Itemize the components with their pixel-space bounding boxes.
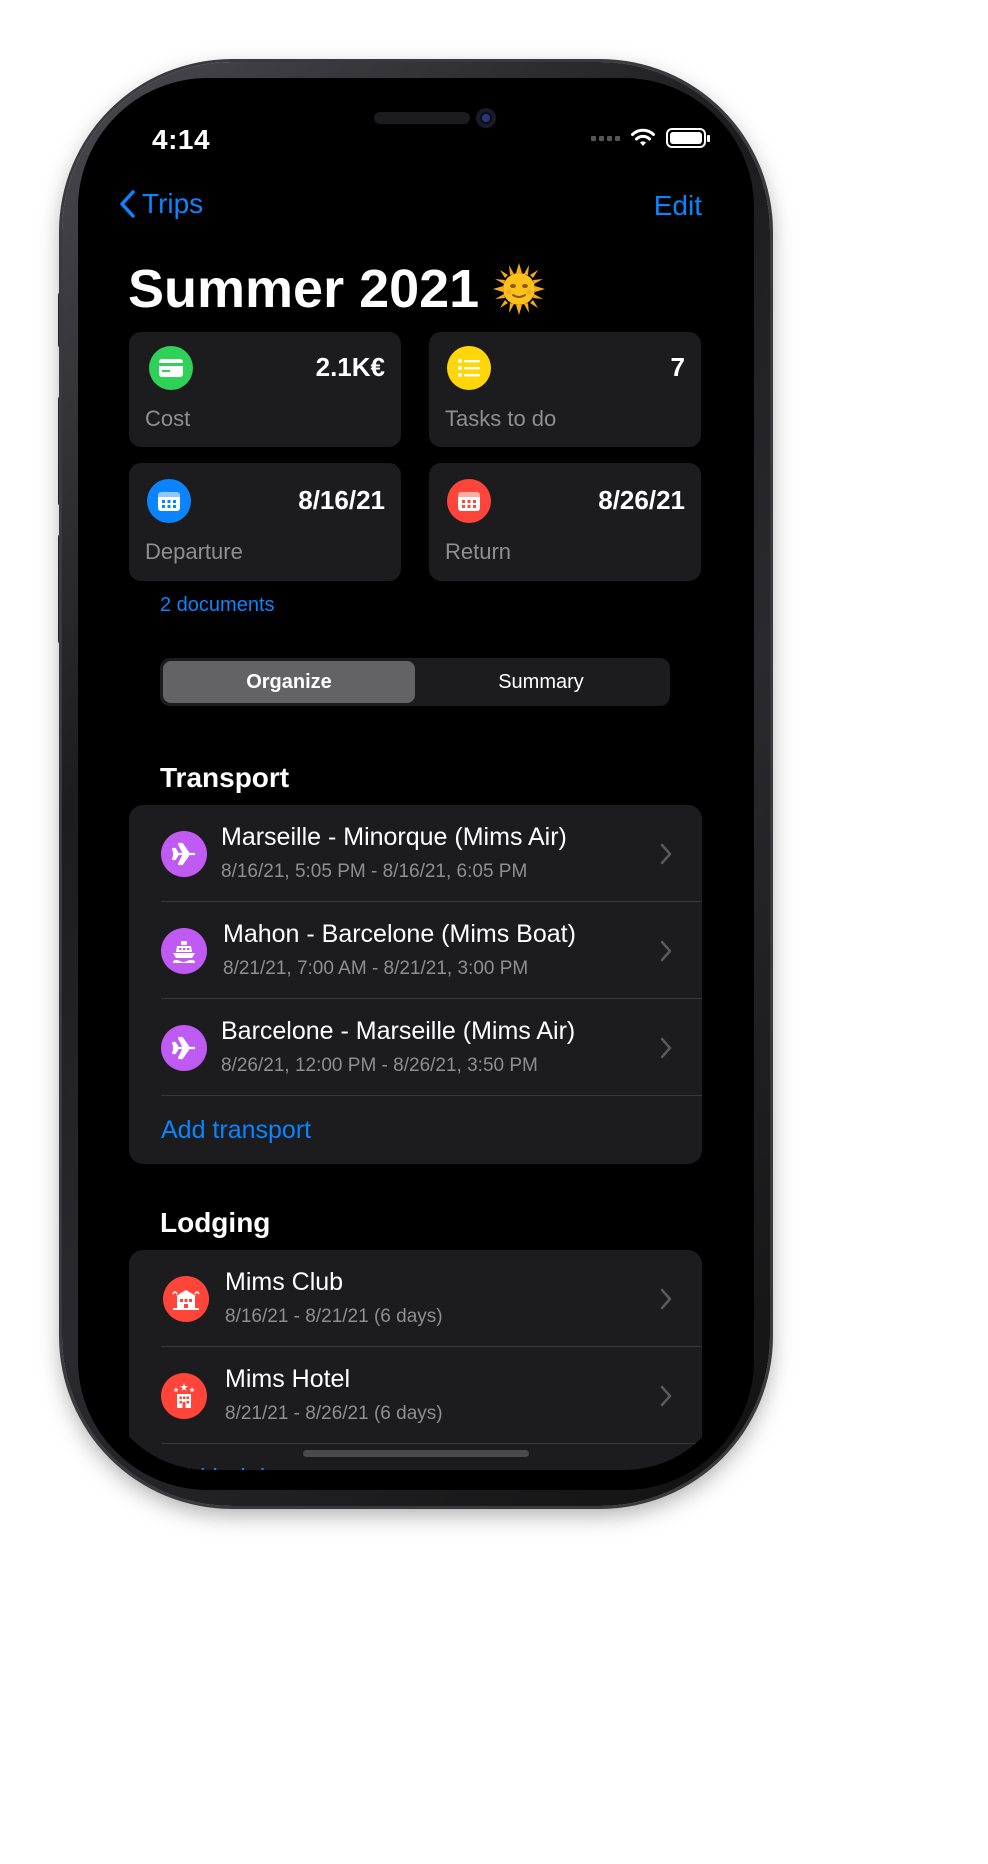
transport-row-title: Barcelone - Marseille (Mims Air) [221, 1017, 576, 1045]
hotel-icon [161, 1373, 207, 1419]
app-screen: 4:14 Trips Edit Summer 2021 2.1K€ Cost 7… [98, 94, 734, 1470]
chevron-right-icon [660, 843, 672, 865]
lodging-header: Lodging [160, 1207, 271, 1238]
resort-icon [163, 1276, 209, 1322]
transport-row-2[interactable]: Mahon - Barcelone (Mims Boat) 8/21/21, 7… [129, 902, 702, 999]
transport-row-subtitle: 8/21/21, 7:00 AM - 8/21/21, 3:00 PM [223, 958, 529, 979]
cellular-signal-icon [591, 135, 620, 141]
segment-organize[interactable]: Organize [163, 661, 415, 703]
cost-value: 2.1K€ [315, 352, 385, 382]
credit-card-icon [149, 346, 193, 390]
earpiece-speaker [374, 112, 470, 124]
transport-row-subtitle: 8/26/21, 12:00 PM - 8/26/21, 3:50 PM [221, 1055, 538, 1076]
airplane-icon [161, 1025, 207, 1071]
edit-button[interactable]: Edit [654, 190, 702, 222]
return-card[interactable]: 8/26/21 Return [429, 463, 701, 581]
status-time: 4:14 [152, 124, 211, 155]
add-lodging-button[interactable]: Add lodging [129, 1444, 702, 1471]
departure-value: 8/16/21 [298, 485, 385, 515]
documents-link[interactable]: 2 documents [160, 594, 275, 617]
cost-label: Cost [145, 406, 191, 431]
home-indicator[interactable] [303, 1450, 529, 1457]
lodging-row-title: Mims Club [225, 1268, 344, 1296]
sun-with-face-icon [493, 263, 546, 315]
transport-header: Transport [160, 762, 290, 793]
trip-title: Summer 2021 [128, 259, 480, 319]
chevron-right-icon [660, 1385, 672, 1407]
status-icons [591, 128, 710, 148]
back-button[interactable]: Trips [118, 188, 203, 220]
tasks-card[interactable]: 7 Tasks to do [429, 332, 701, 447]
transport-row-3[interactable]: Barcelone - Marseille (Mims Air) 8/26/21… [129, 999, 702, 1096]
cost-card[interactable]: 2.1K€ Cost [129, 332, 401, 447]
return-label: Return [445, 539, 512, 564]
page-title: Summer 2021 [128, 258, 546, 320]
airplane-icon [161, 831, 207, 877]
lodging-row-title: Mims Hotel [225, 1365, 351, 1393]
add-transport-button[interactable]: Add transport [129, 1096, 702, 1164]
tasks-label: Tasks to do [445, 406, 557, 431]
chevron-right-icon [660, 1288, 672, 1310]
transport-row-title: Marseille - Minorque (Mims Air) [221, 823, 567, 851]
back-button-label: Trips [142, 188, 204, 219]
list-icon [447, 346, 491, 390]
lodging-list: Mims Club 8/16/21 - 8/21/21 (6 days) Mim… [129, 1250, 702, 1470]
departure-calendar-icon [147, 479, 191, 523]
departure-card[interactable]: 8/16/21 Departure [129, 463, 401, 581]
transport-row-subtitle: 8/16/21, 5:05 PM - 8/16/21, 6:05 PM [221, 861, 528, 882]
lodging-row-2[interactable]: Mims Hotel 8/21/21 - 8/26/21 (6 days) [129, 1347, 702, 1444]
battery-icon [666, 128, 710, 148]
lodging-row-subtitle: 8/21/21 - 8/26/21 (6 days) [225, 1403, 443, 1424]
transport-list: Marseille - Minorque (Mims Air) 8/16/21,… [129, 805, 702, 1164]
ferry-icon [161, 928, 207, 974]
view-segmented-control: Organize Summary [160, 658, 670, 706]
segment-summary[interactable]: Summary [415, 661, 667, 703]
tasks-value: 7 [670, 352, 685, 382]
chevron-right-icon [660, 940, 672, 962]
transport-row-title: Mahon - Barcelone (Mims Boat) [223, 920, 576, 948]
lodging-row-1[interactable]: Mims Club 8/16/21 - 8/21/21 (6 days) [129, 1250, 702, 1347]
wifi-icon [631, 128, 655, 146]
return-calendar-icon [447, 479, 491, 523]
chevron-left-icon [120, 190, 135, 218]
front-camera [476, 108, 496, 128]
transport-row-1[interactable]: Marseille - Minorque (Mims Air) 8/16/21,… [129, 805, 702, 902]
lodging-row-subtitle: 8/16/21 - 8/21/21 (6 days) [225, 1306, 443, 1327]
return-value: 8/26/21 [598, 485, 685, 515]
chevron-right-icon [660, 1037, 672, 1059]
departure-label: Departure [145, 539, 243, 564]
